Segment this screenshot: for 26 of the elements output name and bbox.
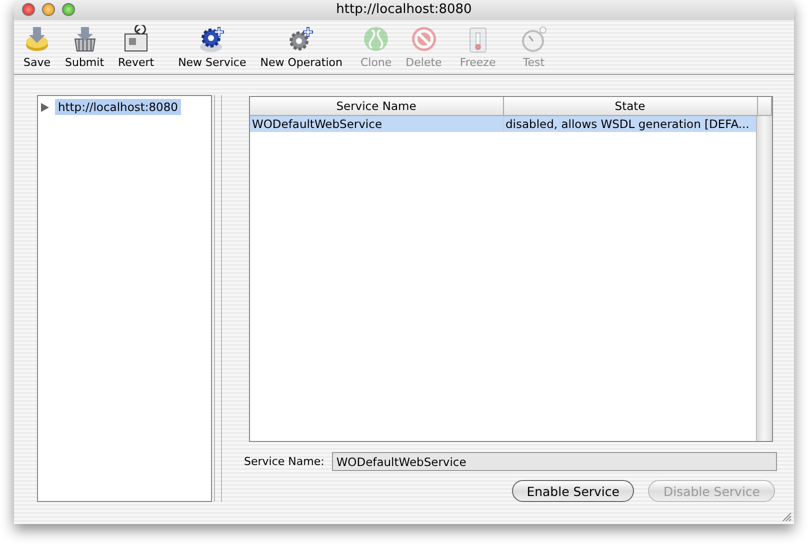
- zoom-button[interactable]: [62, 3, 75, 16]
- toolbar-button[interactable]: New Service: [174, 25, 250, 69]
- helix-icon: [362, 25, 390, 53]
- window-undo-icon: [122, 25, 150, 53]
- toolbar-button[interactable]: Revert: [114, 25, 158, 69]
- minimize-button[interactable]: [42, 3, 55, 16]
- toolbar-button[interactable]: Save: [19, 25, 55, 69]
- scrollbar[interactable]: [756, 116, 772, 441]
- resize-grip-icon[interactable]: [782, 512, 792, 522]
- toolbar-button[interactable]: Submit: [61, 25, 108, 69]
- prohibited-icon: [410, 25, 438, 53]
- close-button[interactable]: [22, 3, 35, 16]
- disclosure-triangle-icon[interactable]: [41, 102, 49, 112]
- column-header[interactable]: State: [503, 97, 757, 116]
- service-name-field[interactable]: WODefaultWebService: [332, 452, 777, 471]
- tree-item[interactable]: http://localhost:8080: [55, 99, 181, 115]
- gear-plus-icon: [287, 25, 316, 53]
- toolbar-button[interactable]: New Operation: [256, 25, 346, 69]
- stopwatch-icon: [520, 25, 548, 53]
- gear-plus-icon: [198, 25, 226, 53]
- tray-arrow-icon: [23, 25, 51, 53]
- action-button[interactable]: Enable Service: [512, 480, 634, 502]
- column-header[interactable]: Service Name: [250, 97, 503, 116]
- table-row[interactable]: WODefaultWebService disabled, allows WSDL generation [DEFA...: [250, 116, 772, 132]
- window-title: http://localhost:8080: [336, 2, 472, 18]
- field-label: Service Name:: [244, 455, 324, 468]
